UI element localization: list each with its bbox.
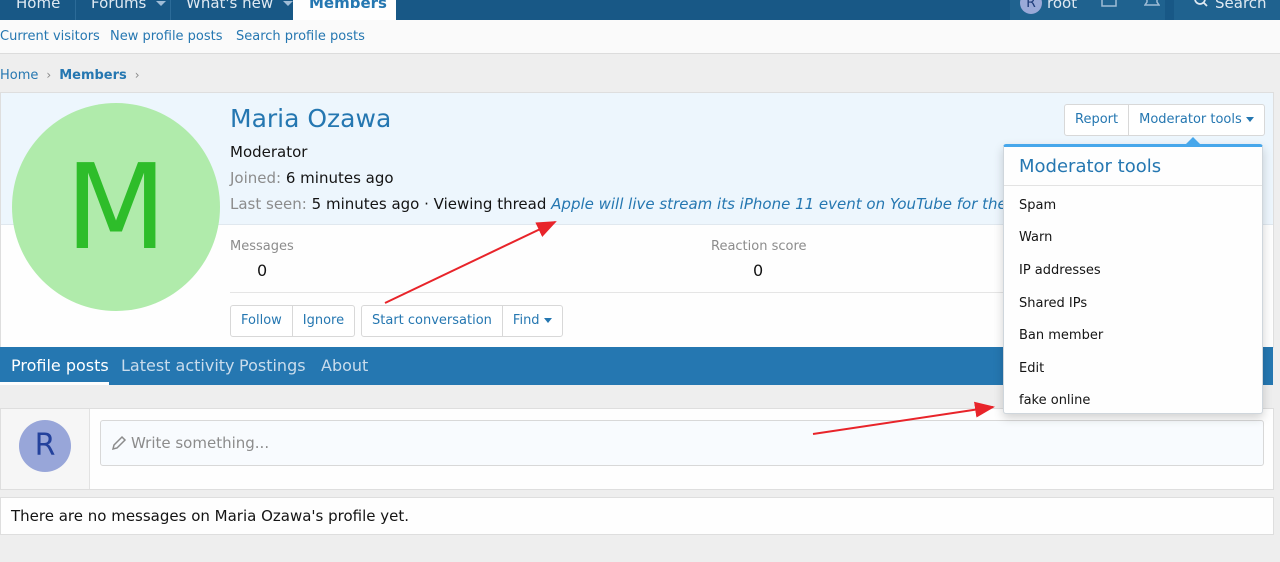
report-button[interactable]: Report bbox=[1065, 105, 1130, 135]
find-button[interactable]: Find bbox=[503, 306, 562, 336]
nav-whats-new[interactable]: What's new bbox=[186, 0, 294, 20]
link-new-profile-posts[interactable]: New profile posts bbox=[110, 29, 223, 44]
viewing-thread-link[interactable]: Apple will live stream its iPhone 11 eve… bbox=[551, 195, 1005, 213]
stat-messages-label: Messages bbox=[230, 239, 294, 254]
moderator-tools-menu: Moderator tools Spam Warn IP addresses S… bbox=[1003, 137, 1263, 414]
breadcrumb: Home › Members › bbox=[0, 68, 148, 83]
link-current-visitors[interactable]: Current visitors bbox=[0, 29, 100, 44]
tab-about[interactable]: About bbox=[321, 347, 368, 385]
member-avatar[interactable]: M bbox=[12, 103, 220, 311]
breadcrumb-home[interactable]: Home bbox=[0, 68, 38, 83]
menu-pointer bbox=[1186, 137, 1200, 144]
search-button[interactable]: Search bbox=[1174, 0, 1280, 20]
avatar[interactable]: R bbox=[19, 420, 71, 472]
chevron-down-icon[interactable] bbox=[156, 1, 167, 6]
follow-ignore-group: Follow Ignore bbox=[230, 305, 356, 337]
ignore-button[interactable]: Ignore bbox=[293, 306, 354, 336]
follow-button[interactable]: Follow bbox=[231, 306, 293, 336]
member-name[interactable]: Maria Ozawa bbox=[230, 104, 391, 133]
search-icon bbox=[1194, 0, 1208, 7]
sub-nav: Current visitors New profile posts Searc… bbox=[0, 20, 1280, 54]
divider bbox=[230, 292, 1005, 293]
nav-forums[interactable]: Forums bbox=[91, 0, 167, 20]
inbox-icon[interactable] bbox=[1101, 0, 1117, 8]
breadcrumb-members[interactable]: Members bbox=[59, 68, 127, 83]
member-title: Moderator bbox=[230, 143, 308, 161]
tab-latest-activity[interactable]: Latest activity bbox=[121, 347, 235, 385]
member-last-seen: Last seen: 5 minutes ago · Viewing threa… bbox=[230, 195, 1005, 213]
link-search-profile-posts[interactable]: Search profile posts bbox=[236, 29, 365, 44]
conversation-find-group: Start conversation Find bbox=[361, 305, 563, 337]
chevron-down-icon bbox=[543, 318, 552, 323]
stat-messages-value[interactable]: 0 bbox=[257, 261, 267, 280]
pencil-icon bbox=[111, 435, 127, 451]
write-something-input[interactable]: Write something... bbox=[100, 420, 1264, 466]
menu-title: Moderator tools bbox=[1004, 147, 1262, 186]
chevron-down-icon[interactable] bbox=[283, 1, 294, 6]
empty-messages-notice: There are no messages on Maria Ozawa's p… bbox=[0, 497, 1274, 535]
start-conversation-button[interactable]: Start conversation bbox=[362, 306, 503, 336]
chevron-right-icon: › bbox=[46, 68, 52, 82]
active-tab-indicator bbox=[0, 382, 109, 385]
member-joined: Joined: 6 minutes ago bbox=[230, 169, 394, 187]
nav-home[interactable]: Home bbox=[16, 0, 60, 20]
nav-members[interactable]: Members bbox=[293, 0, 396, 20]
menu-item-edit[interactable]: Edit bbox=[1019, 361, 1044, 376]
top-nav: Home Forums What's new Members root R Se… bbox=[0, 0, 1280, 20]
chevron-right-icon: › bbox=[134, 68, 140, 82]
stat-reaction-value[interactable]: 0 bbox=[753, 261, 763, 280]
search-label: Search bbox=[1215, 0, 1267, 12]
account-username: root bbox=[1047, 0, 1078, 12]
tab-profile-posts[interactable]: Profile posts bbox=[11, 347, 109, 385]
menu-item-fake-online[interactable]: fake online bbox=[1019, 393, 1090, 408]
menu-item-ip-addresses[interactable]: IP addresses bbox=[1019, 263, 1101, 278]
profile-post-composer: R Write something... bbox=[0, 408, 1274, 490]
moderator-tools-button[interactable]: Moderator tools bbox=[1129, 105, 1264, 135]
bell-icon[interactable] bbox=[1144, 0, 1160, 8]
menu-item-warn[interactable]: Warn bbox=[1019, 230, 1052, 245]
menu-item-ban-member[interactable]: Ban member bbox=[1019, 328, 1103, 343]
profile-actions: Report Moderator tools bbox=[1064, 104, 1265, 136]
chevron-down-icon bbox=[1245, 117, 1254, 122]
tab-postings[interactable]: Postings bbox=[239, 347, 306, 385]
nav-divider bbox=[170, 0, 171, 20]
composer-placeholder: Write something... bbox=[131, 434, 270, 452]
stat-reaction-label: Reaction score bbox=[711, 239, 807, 254]
menu-item-spam[interactable]: Spam bbox=[1019, 198, 1056, 213]
menu-item-shared-ips[interactable]: Shared IPs bbox=[1019, 296, 1087, 311]
nav-divider bbox=[75, 0, 76, 20]
